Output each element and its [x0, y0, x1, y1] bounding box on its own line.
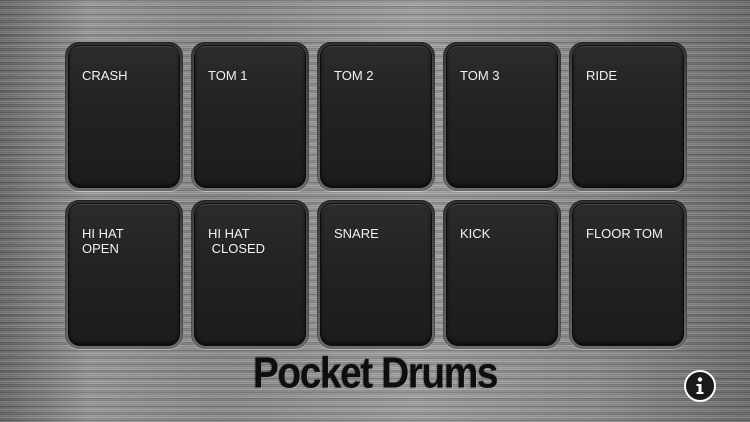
pad-label: TOM 3 [460, 68, 500, 83]
pad-floor-tom[interactable]: FLOOR TOM [572, 203, 684, 346]
pad-crash[interactable]: CRASH [68, 45, 180, 188]
info-icon [696, 377, 704, 394]
pad-kick[interactable]: KICK [446, 203, 558, 346]
pad-slot: SNARE [317, 200, 435, 349]
pad-slot: HI HAT CLOSED [191, 200, 309, 349]
pad-slot: RIDE [569, 42, 687, 191]
pad-label: FLOOR TOM [586, 226, 663, 241]
pad-tom-3[interactable]: TOM 3 [446, 45, 558, 188]
pad-label: TOM 1 [208, 68, 248, 83]
pad-label: TOM 2 [334, 68, 374, 83]
pad-snare[interactable]: SNARE [320, 203, 432, 346]
pad-slot: KICK [443, 200, 561, 349]
pad-label: RIDE [586, 68, 618, 83]
pad-label: HI HAT CLOSED [208, 226, 266, 256]
pad-slot: TOM 2 [317, 42, 435, 191]
pad-label: CRASH [82, 68, 128, 83]
pad-slot: TOM 1 [191, 42, 309, 191]
pad-slot: HI HAT OPEN [65, 200, 183, 349]
info-button[interactable] [684, 370, 716, 402]
pad-hi-hat-closed[interactable]: HI HAT CLOSED [194, 203, 306, 346]
pad-tom-2[interactable]: TOM 2 [320, 45, 432, 188]
app-logo: Pocket Drums [252, 349, 499, 398]
drum-pad-grid: CRASH TOM 1 TOM 2 TOM 3 RIDE HI HAT OPEN… [65, 42, 687, 350]
pad-slot: CRASH [65, 42, 183, 191]
pad-label: SNARE [334, 226, 379, 241]
pad-slot: TOM 3 [443, 42, 561, 191]
pad-ride[interactable]: RIDE [572, 45, 684, 188]
pad-label: KICK [460, 226, 491, 241]
pad-slot: FLOOR TOM [569, 200, 687, 349]
pad-label: HI HAT OPEN [82, 226, 124, 256]
pad-hi-hat-open[interactable]: HI HAT OPEN [68, 203, 180, 346]
pad-tom-1[interactable]: TOM 1 [194, 45, 306, 188]
